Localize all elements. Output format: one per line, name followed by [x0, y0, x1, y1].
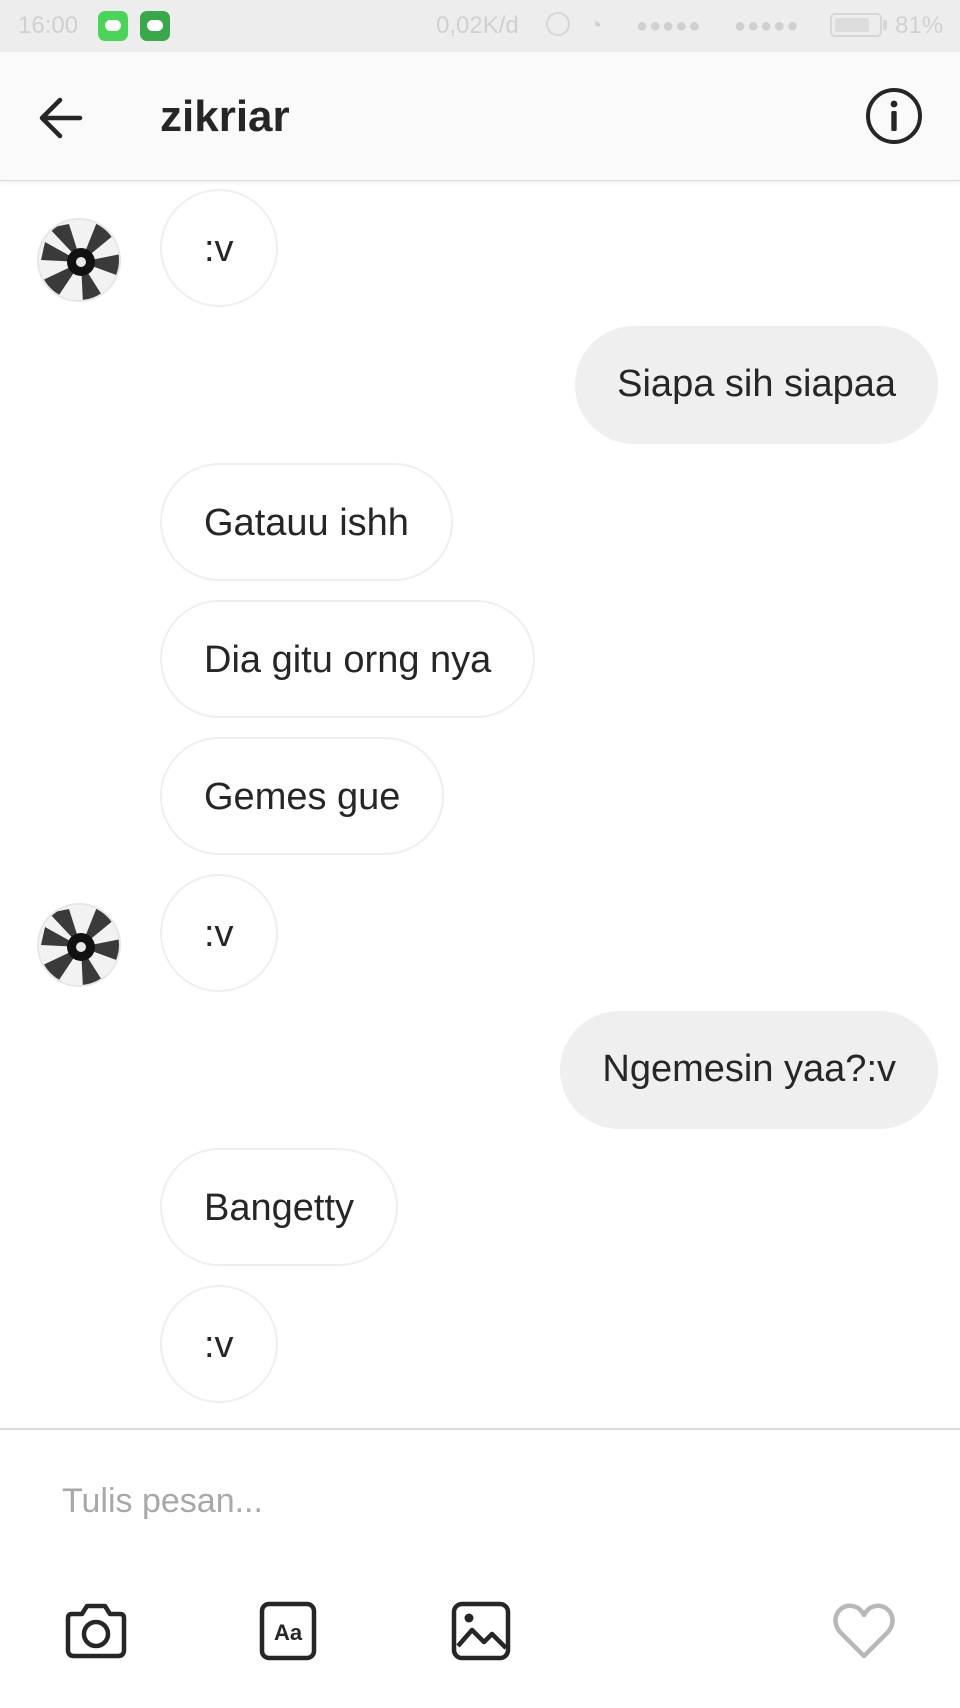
arrow-left-icon [39, 97, 83, 139]
rotation-lock-icon [546, 12, 570, 36]
outgoing-message-bubble[interactable]: Siapa sih siapaa [575, 326, 938, 444]
camera-icon [65, 1603, 127, 1659]
message-thread[interactable]: :v Siapa sih siapaa Gatauu ishh Dia gitu or… [0, 181, 960, 1428]
text-format-label: Aa [274, 1620, 303, 1645]
info-icon [866, 88, 922, 144]
message-input[interactable] [62, 1466, 882, 1536]
conversation-title[interactable]: zikriar [160, 92, 290, 142]
sender-avatar[interactable] [37, 903, 121, 987]
message-composer: Aa [0, 1428, 960, 1708]
wifi-icon: ◔ [588, 12, 603, 39]
battery-icon [830, 13, 882, 37]
incoming-message-bubble[interactable]: :v [160, 189, 278, 307]
incoming-message-bubble[interactable]: :v [160, 874, 278, 992]
camera-button[interactable] [60, 1594, 132, 1666]
sender-avatar[interactable] [37, 218, 121, 302]
status-bar: 16:00 0,02K/d ◔ ●●●●● ●●●●● 81% [0, 0, 960, 52]
incoming-message-bubble[interactable]: Dia gitu orng nya [160, 600, 536, 718]
incoming-message-bubble[interactable]: Gemes gue [160, 737, 445, 855]
info-button[interactable] [864, 86, 924, 146]
signal-icon: ●●●●● [734, 15, 800, 37]
like-button[interactable] [828, 1594, 900, 1666]
line-app-icon [98, 11, 128, 41]
battery-cap [883, 20, 887, 30]
network-speed: 0,02K/d [436, 12, 519, 39]
signal-icon: ●●●●● [636, 15, 702, 37]
text-format-icon: Aa [259, 1601, 317, 1661]
outgoing-message-bubble[interactable]: Ngemesin yaa?:v [560, 1011, 938, 1129]
back-button[interactable] [34, 90, 90, 146]
text-format-button[interactable]: Aa [252, 1594, 324, 1666]
incoming-message-bubble[interactable]: Bangetty [160, 1148, 398, 1266]
gallery-icon [451, 1601, 511, 1661]
cat-app-icon [140, 11, 170, 41]
battery-percent: 81% [895, 12, 944, 39]
status-time: 16:00 [18, 12, 79, 39]
incoming-message-bubble[interactable]: Gatauu ishh [160, 463, 453, 581]
gallery-button[interactable] [444, 1594, 516, 1666]
incoming-message-bubble[interactable]: :v [160, 1285, 278, 1403]
heart-icon [833, 1603, 895, 1659]
chat-header: zikriar [0, 52, 960, 181]
